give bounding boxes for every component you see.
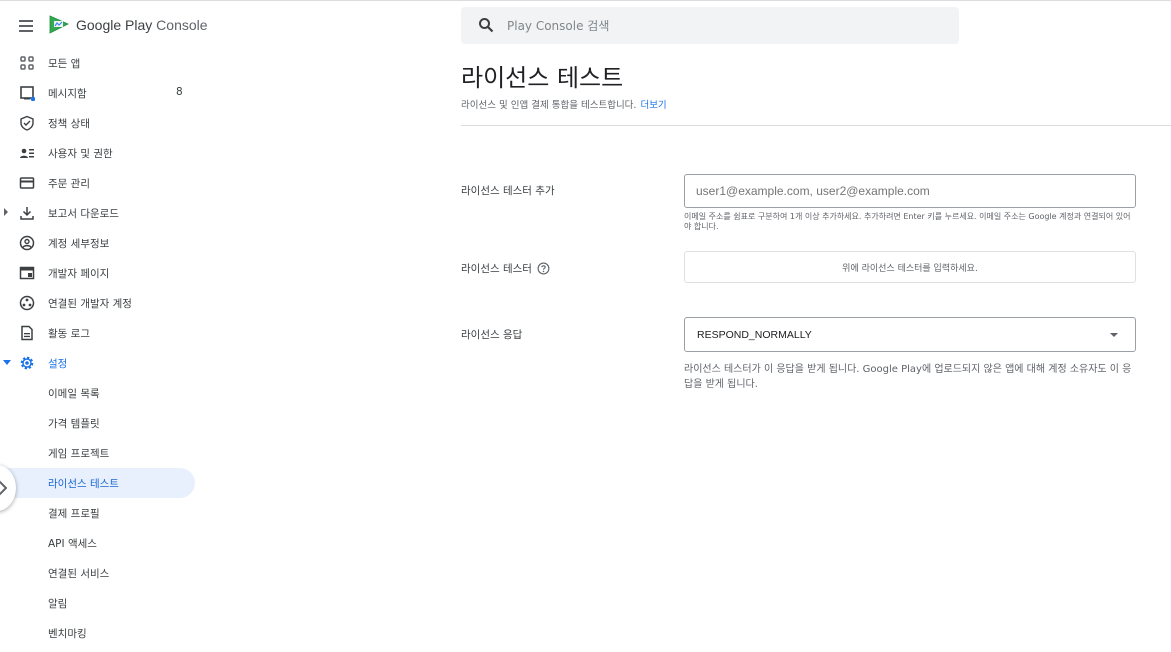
header-divider [461,125,1171,126]
sidebar-item-label: 메시지함 [48,88,87,100]
sidebar-subitem-label: 게임 프로젝트 [48,448,110,460]
chevron-right-icon [0,480,7,496]
sidebar-subitem-linked-services[interactable]: 연결된 서비스 [0,558,200,588]
sidebar-item-label: 보고서 다운로드 [48,208,119,220]
account-circle-icon [19,235,35,251]
testers-list: 위에 라이선스 테스터를 입력하세요. [684,251,1136,283]
users-icon [20,148,34,158]
page-subtitle: 라이선스 및 인앱 결제 통합을 테스트합니다. 더보기 [461,97,667,111]
sidebar-subitem-game-projects[interactable]: 게임 프로젝트 [0,438,200,468]
search-bar[interactable] [461,7,959,44]
page-title: 라이선스 테스트 [461,64,624,92]
sidebar-subitem-email-lists[interactable]: 이메일 목록 [0,378,200,408]
learn-more-link[interactable]: 더보기 [640,100,666,111]
sidebar-item-account-details[interactable]: 계정 세부정보 [0,228,200,258]
add-testers-field[interactable] [684,174,1136,208]
collapse-arrow-icon[interactable] [3,360,11,365]
apps-grid-icon [20,56,34,70]
license-response-label: 라이선스 응답 [461,329,523,341]
gear-icon [20,356,34,370]
sidebar-item-label: 연결된 개발자 계정 [48,298,132,310]
sidebar-item-policy-status[interactable]: 정책 상태 [0,108,200,138]
sidebar-item-inbox[interactable]: 메시지함 8 [0,78,200,108]
sidebar-item-label: 주문 관리 [48,178,90,190]
sidebar-item-users-permissions[interactable]: 사용자 및 권한 [0,138,200,168]
sidebar-item-download-reports[interactable]: 보고서 다운로드 [0,198,200,228]
sidebar-item-label: 설정 [48,358,68,370]
credit-card-icon [19,177,35,189]
play-console-logo-icon[interactable] [48,13,70,35]
sidebar-item-label: 개발자 페이지 [48,268,110,280]
testers-label: 라이선스 테스터 [461,263,532,275]
sidebar-item-label: 정책 상태 [48,118,90,130]
sidebar-subitem-label: 이메일 목록 [48,388,100,400]
sidebar-subitem-payments-profile[interactable]: 결제 프로필 [0,498,200,528]
search-icon[interactable] [478,17,494,33]
sidebar-nav: 모든 앱 메시지함 8 정책 상태 사용자 및 권한 주문 관리 보고서 다운로… [0,48,200,648]
sidebar-subitem-label: 가격 템플릿 [48,418,100,430]
sidebar-subitem-license-testing[interactable]: 라이선스 테스트 [0,468,200,498]
license-response-select[interactable]: RESPOND_NORMALLY [684,317,1136,352]
sidebar-subitem-api-access[interactable]: API 액세스 [0,528,200,558]
sidebar-subitem-label: 연결된 서비스 [48,568,110,580]
license-response-value: RESPOND_NORMALLY [697,329,812,341]
sidebar-item-label: 사용자 및 권한 [48,148,113,160]
brand-name[interactable]: Google Play Console [76,17,208,33]
add-testers-hint: 이메일 주소를 쉼표로 구분하여 1개 이상 추가하세요. 추가하려면 Ente… [684,212,1131,231]
sidebar-subitem-label: 알림 [48,598,68,610]
sidebar-item-developer-page[interactable]: 개발자 페이지 [0,258,200,288]
testers-label-row: 라이선스 테스터 [461,261,550,276]
expand-arrow-icon[interactable] [4,208,8,216]
sidebar-subitem-pricing-templates[interactable]: 가격 템플릿 [0,408,200,438]
search-input[interactable] [507,16,937,36]
document-icon [21,325,33,341]
inbox-icon [20,86,35,101]
sidebar-subitem-label: 라이선스 테스트 [48,478,119,490]
add-testers-input[interactable] [685,175,1135,207]
shield-check-icon [20,115,34,131]
download-icon [20,207,34,220]
sidebar: Google Play Console 모든 앱 메시지함 8 정책 상태 사용… [0,0,208,652]
page-subtitle-text: 라이선스 및 인앱 결제 통합을 테스트합니다. [461,100,637,111]
web-page-icon [19,266,35,280]
sidebar-subitem-benchmarking[interactable]: 벤치마킹 [0,618,200,648]
sidebar-item-label: 활동 로그 [48,328,90,340]
inbox-count-badge: 8 [176,86,183,98]
sidebar-item-activity-log[interactable]: 활동 로그 [0,318,200,348]
help-icon[interactable] [537,262,550,275]
menu-icon[interactable] [18,17,36,33]
sidebar-item-label: 모든 앱 [48,58,81,70]
license-response-note: 라이선스 테스터가 이 응답을 받게 됩니다. Google Play에 업로드… [684,364,1132,390]
sidebar-subitem-label: 결제 프로필 [48,508,100,520]
sidebar-item-linked-developer-accounts[interactable]: 연결된 개발자 계정 [0,288,200,318]
dropdown-arrow-icon[interactable] [1110,333,1118,337]
sidebar-item-label: 계정 세부정보 [48,238,110,250]
sidebar-subitem-label: API 액세스 [48,538,97,550]
linked-accounts-icon [19,295,35,311]
sidebar-subitem-label: 벤치마킹 [48,628,87,640]
sidebar-item-settings[interactable]: 설정 [0,348,200,378]
brand-bar: Google Play Console [0,10,208,40]
add-testers-label: 라이선스 테스터 추가 [461,185,555,197]
sidebar-item-all-apps[interactable]: 모든 앱 [0,48,200,78]
testers-empty-message: 위에 라이선스 테스터를 입력하세요. [842,263,978,274]
sidebar-subitem-notifications[interactable]: 알림 [0,588,200,618]
sidebar-item-order-management[interactable]: 주문 관리 [0,168,200,198]
